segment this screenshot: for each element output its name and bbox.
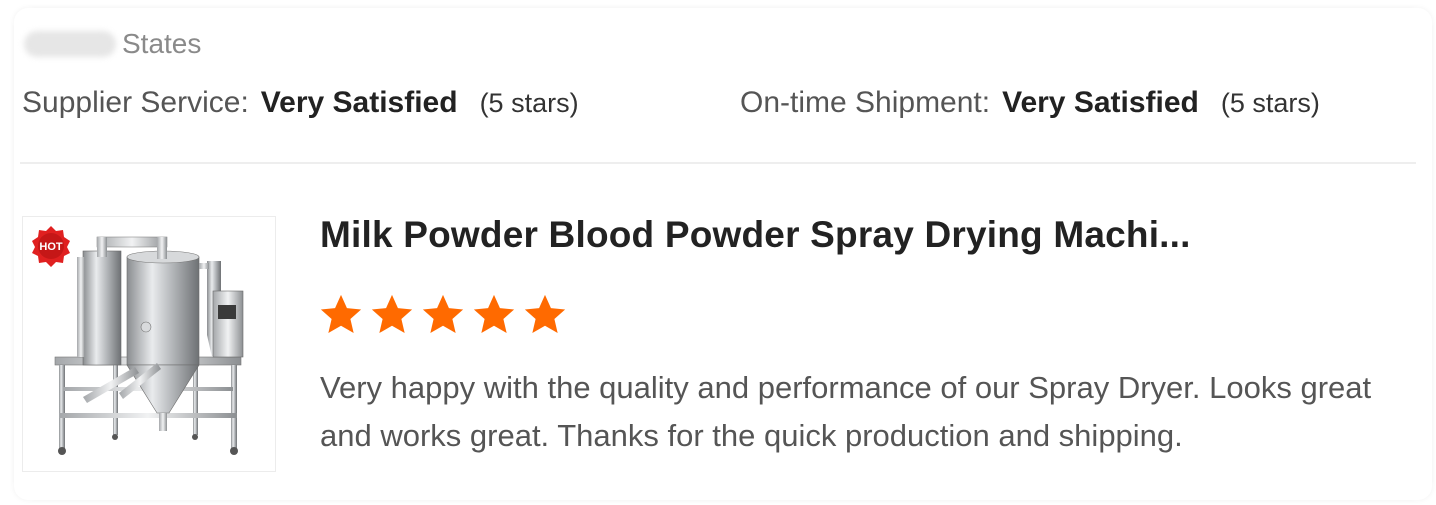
star-icon [371,294,413,334]
on-time-shipment-rating: On-time Shipment: Very Satisfied (5 star… [740,86,1320,120]
rating-label: On-time Shipment: [740,86,991,119]
rating-value: Very Satisfied [260,86,458,119]
hot-badge-icon: HOT [32,226,70,267]
product-title-link[interactable]: Milk Powder Blood Powder Spray Drying Ma… [320,214,1191,256]
supplier-service-rating: Supplier Service: Very Satisfied (5 star… [22,86,579,120]
ratings-row: Supplier Service: Very Satisfied (5 star… [22,86,1416,128]
hot-badge-label: HOT [39,241,63,253]
rating-label: Supplier Service: [22,86,249,119]
star-icon [473,294,515,334]
product-thumbnail[interactable]: HOT [22,216,276,472]
country-visible-text: States [122,28,202,59]
rating-stars-text: (5 stars) [479,88,579,118]
reviewer-country: States [24,26,201,62]
redacted-country-prefix [24,31,116,57]
rating-stars-text: (5 stars) [1220,88,1320,118]
star-icon [422,294,464,334]
product-star-rating [318,292,568,338]
star-icon [524,294,566,334]
review-text: Very happy with the quality and performa… [320,370,1372,453]
rating-value: Very Satisfied [1002,86,1199,119]
divider [20,162,1416,164]
star-icon [320,294,362,334]
